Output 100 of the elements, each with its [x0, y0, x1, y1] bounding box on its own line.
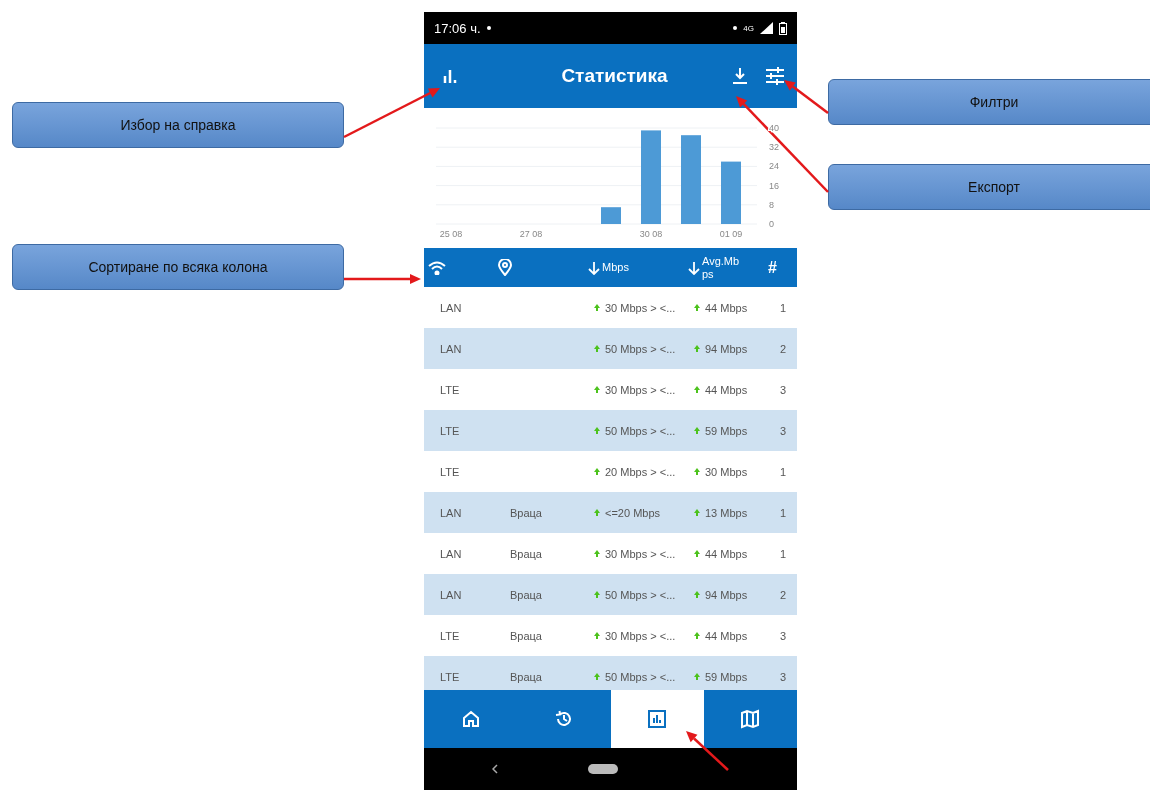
table-cell: 13 Mbps	[705, 506, 748, 519]
table-cell-text: LTE	[440, 465, 461, 478]
home-icon	[460, 709, 481, 729]
callout-arrow	[686, 731, 729, 771]
table-cell: 44 Mbps	[705, 629, 748, 642]
x-axis-label: 27 08	[519, 229, 543, 239]
filter-sliders-icon[interactable]	[765, 67, 785, 85]
table-cell: 44 Mbps	[705, 301, 748, 314]
nav-tab[interactable]	[610, 690, 704, 748]
up-arrow-icon	[594, 427, 600, 434]
home-pill-icon[interactable]	[588, 764, 618, 774]
table-cell-text: Враца	[510, 547, 543, 560]
up-arrow-icon	[594, 304, 600, 311]
table-cell-text: LAN	[440, 342, 463, 355]
y-axis-label: 8	[769, 199, 774, 210]
y-axis-label: 0	[769, 219, 774, 229]
callout-label: Избор на справка	[12, 102, 344, 148]
column-header[interactable]: Avg.Mbps	[702, 255, 744, 280]
table-cell: 30 Mbps > <...	[605, 629, 676, 642]
wifi-icon[interactable]	[428, 260, 446, 275]
bar-chart-icon	[647, 709, 668, 729]
table-cell: 44 Mbps	[705, 547, 748, 560]
up-arrow-icon	[694, 304, 700, 311]
y-axis-label: 32	[769, 142, 779, 153]
table-cell: 59 Mbps	[705, 670, 748, 683]
up-arrow-icon	[594, 345, 600, 352]
table-cell: 50 Mbps > <...	[605, 424, 676, 437]
table-cell: <=20 Mbps	[605, 506, 661, 519]
table-cell-text: LAN	[440, 547, 463, 560]
table-cell-text: LTE	[440, 383, 461, 396]
x-axis-label: 01 09	[719, 229, 743, 239]
table-cell: 94 Mbps	[705, 588, 748, 601]
table-cell-text: Враца	[510, 588, 543, 601]
table-cell-text: 3	[780, 383, 788, 396]
signal-icon	[760, 22, 773, 34]
table-cell: 30 Mbps > <...	[605, 383, 676, 396]
up-arrow-icon	[694, 509, 700, 516]
callout-label: Експорт	[828, 164, 1150, 210]
back-icon[interactable]	[492, 764, 498, 774]
up-arrow-icon	[694, 632, 700, 639]
status-time: 17:06 ч.	[434, 20, 481, 36]
up-arrow-icon	[694, 468, 700, 475]
table-cell-text: LTE	[440, 424, 461, 437]
battery-icon	[779, 21, 787, 35]
up-arrow-icon	[694, 591, 700, 598]
callout-label: Филтри	[828, 79, 1150, 125]
table-cell: 30 Mbps > <...	[605, 301, 676, 314]
table-cell: 50 Mbps > <...	[605, 342, 676, 355]
callout-label: Сортиране по всяка колона	[12, 244, 344, 290]
up-arrow-icon	[594, 468, 600, 475]
network-type: 4G	[743, 23, 754, 33]
y-axis-label: 16	[769, 180, 779, 191]
up-arrow-icon	[594, 673, 600, 680]
download-icon[interactable]	[731, 67, 749, 85]
table-cell-text: 1	[780, 465, 788, 478]
table-cell: 59 Mbps	[705, 424, 748, 437]
up-arrow-icon	[594, 632, 600, 639]
table-cell-text: 2	[780, 588, 788, 601]
table-cell: 50 Mbps > <...	[605, 670, 676, 683]
table-cell: 44 Mbps	[705, 383, 748, 396]
column-header[interactable]: Mbps	[602, 261, 629, 274]
up-arrow-icon	[694, 427, 700, 434]
table-cell-text: 1	[780, 301, 788, 314]
location-pin-icon[interactable]	[498, 259, 512, 276]
sort-down-icon[interactable]	[588, 260, 600, 275]
table-cell-text: 1	[780, 547, 788, 560]
table-cell-text: LTE	[440, 629, 461, 642]
chart-bar	[601, 207, 621, 224]
chart-bar	[721, 161, 741, 224]
bar-chart-icon[interactable]	[442, 69, 458, 83]
y-axis-label: 40	[769, 123, 779, 133]
up-arrow-icon	[694, 673, 700, 680]
table-cell-text: LAN	[440, 301, 463, 314]
table-cell-text: 3	[780, 424, 788, 437]
x-axis-label: 30 08	[639, 229, 663, 239]
table-cell: 30 Mbps > <...	[605, 547, 676, 560]
sort-down-icon[interactable]	[688, 260, 700, 275]
screen-title: Статистика	[560, 65, 669, 87]
up-arrow-icon	[694, 345, 700, 352]
x-axis-label: 25 08	[439, 229, 463, 239]
notification-dot-icon	[486, 26, 491, 30]
table-cell: 20 Mbps > <...	[605, 465, 676, 478]
table-cell-text: 1	[780, 506, 788, 519]
table-cell-text: Враца	[510, 506, 543, 519]
table-cell-text: LTE	[440, 670, 461, 683]
table-cell: 50 Mbps > <...	[605, 588, 676, 601]
table-cell-text: Враца	[510, 629, 543, 642]
table-cell-text: 2	[780, 342, 788, 355]
column-header[interactable]: #	[768, 258, 777, 277]
up-arrow-icon	[594, 509, 600, 516]
up-arrow-icon	[594, 591, 600, 598]
notification-dot-icon	[733, 26, 738, 30]
up-arrow-icon	[694, 550, 700, 557]
table-cell: 94 Mbps	[705, 342, 748, 355]
table-cell: 30 Mbps	[705, 465, 748, 478]
table-cell-text: LAN	[440, 588, 463, 601]
table-cell-text: Враца	[510, 670, 543, 683]
up-arrow-icon	[594, 550, 600, 557]
table-cell-text: 3	[780, 670, 788, 683]
table-cell-text: 3	[780, 629, 788, 642]
